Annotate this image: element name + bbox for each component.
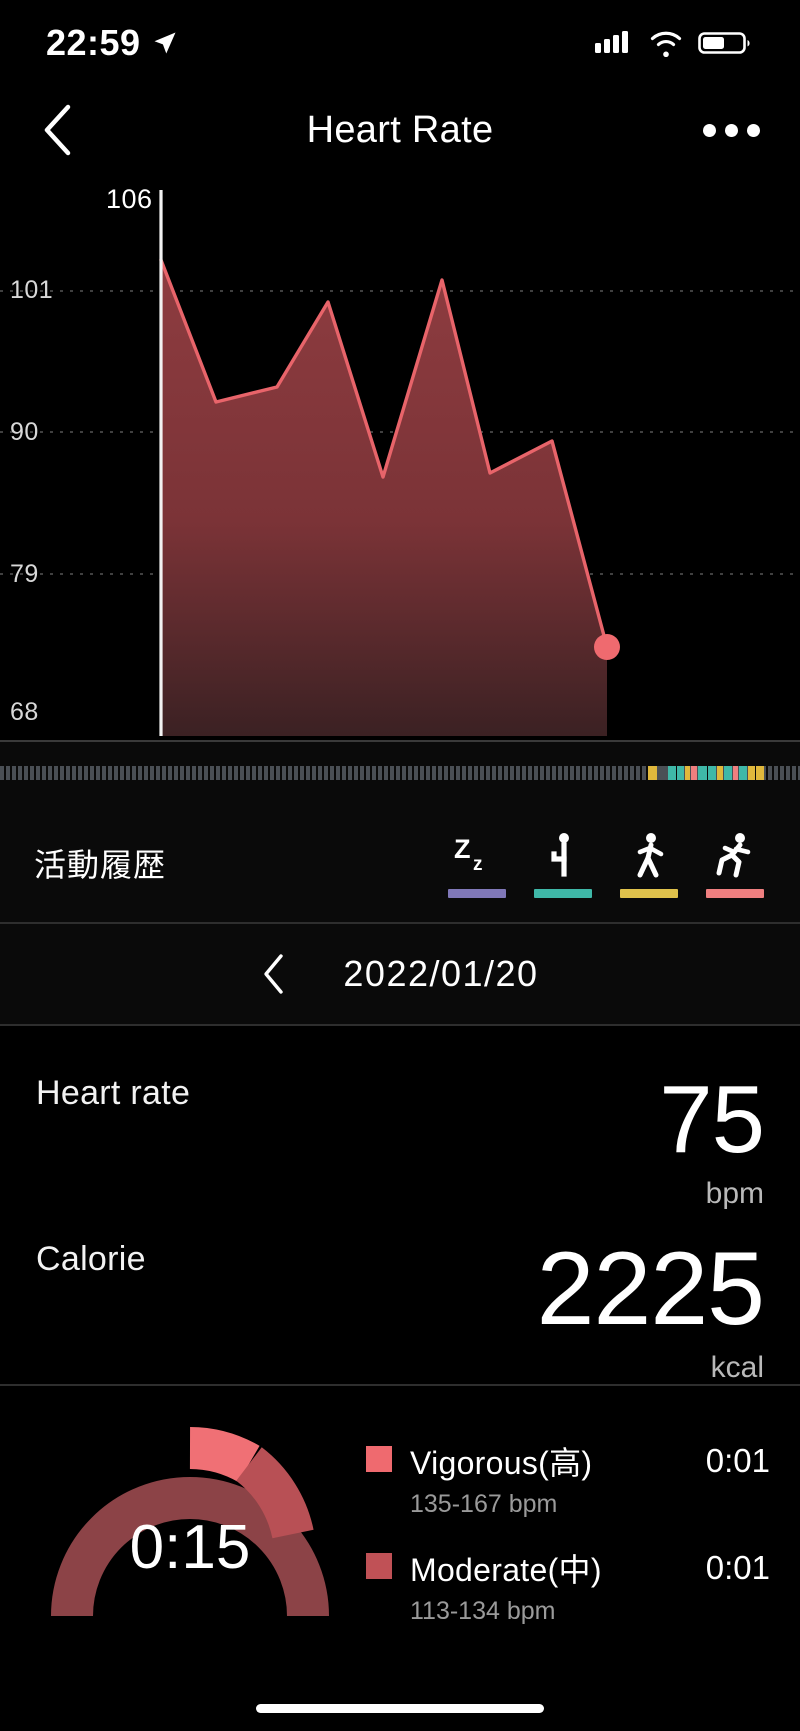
gauge-total-time: 0:15 <box>129 1513 251 1582</box>
activity-filter-running[interactable] <box>704 829 766 898</box>
legend-item-moderate[interactable]: Moderate(中) 113-134 bpm 0:01 <box>366 1545 770 1626</box>
home-indicator <box>256 1704 544 1713</box>
y-tick-label-1: 101 <box>10 276 54 304</box>
timeline-segment <box>691 766 697 780</box>
stat-row-heart-rate: Heart rate 75 bpm <box>0 1026 800 1210</box>
legend-swatch-moderate <box>366 1553 392 1579</box>
timeline-segment <box>756 766 764 780</box>
activity-color-bar-sedentary <box>534 888 592 898</box>
legend-time-moderate: 0:01 <box>705 1549 770 1586</box>
ellipsis-dot <box>703 123 716 137</box>
legend-text-moderate: Moderate(中) 113-134 bpm <box>410 1545 602 1626</box>
timeline-segment <box>684 766 691 780</box>
chevron-left-icon <box>44 104 71 156</box>
previous-day-button[interactable] <box>261 952 287 996</box>
activity-timeline-band[interactable] <box>0 742 800 804</box>
ellipsis-dot <box>725 123 738 137</box>
timeline-segment <box>748 766 756 780</box>
back-button[interactable] <box>40 102 94 158</box>
chart-area-fill <box>161 260 607 736</box>
legend-text-vigorous: Vigorous(高) 135-167 bpm <box>410 1438 592 1519</box>
gauge-arc-vigorous <box>189 1427 260 1483</box>
timeline-segment <box>724 766 732 780</box>
timeline-segment <box>676 766 684 780</box>
stat-unit-calorie: kcal <box>710 1350 764 1384</box>
stat-value-group-heart-rate: 75 bpm <box>659 1066 765 1211</box>
chevron-left-icon <box>264 954 284 994</box>
timeline-segment <box>697 766 708 780</box>
heart-rate-area-chart <box>0 190 800 736</box>
y-tick-label-0: 106 <box>106 184 153 214</box>
legend-item-vigorous[interactable]: Vigorous(高) 135-167 bpm 0:01 <box>366 1438 770 1519</box>
page-title: Heart Rate <box>306 108 494 151</box>
status-time: 22:59 <box>46 22 141 63</box>
wifi-icon <box>650 31 682 57</box>
stat-value-heart-rate: 75 <box>659 1066 765 1173</box>
activity-type-filters: Z z <box>446 829 766 898</box>
svg-text:Z: Z <box>454 834 471 864</box>
timeline-segment <box>739 766 748 780</box>
sitting-person-icon <box>543 829 583 881</box>
chart-end-marker <box>594 634 620 660</box>
activity-color-bar-walking <box>620 888 678 898</box>
location-arrow-icon <box>154 32 176 54</box>
timeline-segment <box>716 766 724 780</box>
activity-filter-walking[interactable] <box>618 829 680 898</box>
stat-value-calorie: 2225 <box>536 1231 765 1347</box>
stat-value-group-calorie: 2225 kcal <box>536 1231 765 1385</box>
svg-text:z: z <box>473 854 483 875</box>
activity-history-row: 活動履歴 Z z <box>0 804 800 922</box>
legend-name-vigorous: Vigorous(高) <box>410 1445 593 1481</box>
legend-range-vigorous: 135-167 bpm <box>410 1490 558 1518</box>
battery-icon <box>698 32 750 54</box>
cellular-signal-icon <box>595 31 628 53</box>
zone-gauge: 0:15 <box>30 1416 350 1626</box>
nav-bar: Heart Rate <box>0 86 800 174</box>
legend-time-vigorous: 0:01 <box>705 1442 770 1479</box>
ellipsis-dot <box>747 123 760 137</box>
heart-rate-chart[interactable]: 106 101 90 79 68 <box>0 180 800 740</box>
y-tick-label-4: 68 <box>10 698 39 726</box>
sleep-zz-icon: Z z <box>452 829 502 881</box>
stat-row-calorie: Calorie 2225 kcal <box>0 1204 800 1384</box>
status-time-group: 22:59 <box>46 22 179 64</box>
legend-range-moderate: 113-134 bpm <box>410 1597 556 1625</box>
heart-rate-zones-section: 0:15 Vigorous(高) 135-167 bpm 0:01 Modera… <box>0 1386 800 1654</box>
timeline-segment <box>648 766 657 780</box>
legend-swatch-vigorous <box>366 1446 392 1472</box>
walking-person-icon <box>628 829 670 881</box>
activity-filter-sleep[interactable]: Z z <box>446 829 508 898</box>
zone-legend: Vigorous(高) 135-167 bpm 0:01 Moderate(中)… <box>350 1416 770 1652</box>
date-navigation: 2022/01/20 <box>0 924 800 1024</box>
activity-color-bar-sleep <box>448 888 506 898</box>
activity-color-bar-running <box>706 888 764 898</box>
timeline-segment <box>668 766 676 780</box>
y-tick-label-3: 79 <box>10 560 39 588</box>
timeline-segment <box>656 766 668 780</box>
activity-filter-sedentary[interactable] <box>532 829 594 898</box>
stat-label-calorie: Calorie <box>36 1240 146 1278</box>
y-tick-label-2: 90 <box>10 418 39 446</box>
status-indicators <box>594 29 752 57</box>
more-options-button[interactable] <box>703 123 760 137</box>
activity-timeline[interactable] <box>0 766 800 780</box>
status-bar: 22:59 <box>0 0 800 86</box>
current-date: 2022/01/20 <box>343 953 539 994</box>
timeline-segment <box>708 766 716 780</box>
stat-label-heart-rate: Heart rate <box>36 1074 191 1112</box>
activity-history-label: 活動履歴 <box>34 847 167 883</box>
timeline-segment <box>732 766 739 780</box>
legend-name-moderate: Moderate(中) <box>410 1552 602 1588</box>
running-person-icon <box>712 829 758 881</box>
